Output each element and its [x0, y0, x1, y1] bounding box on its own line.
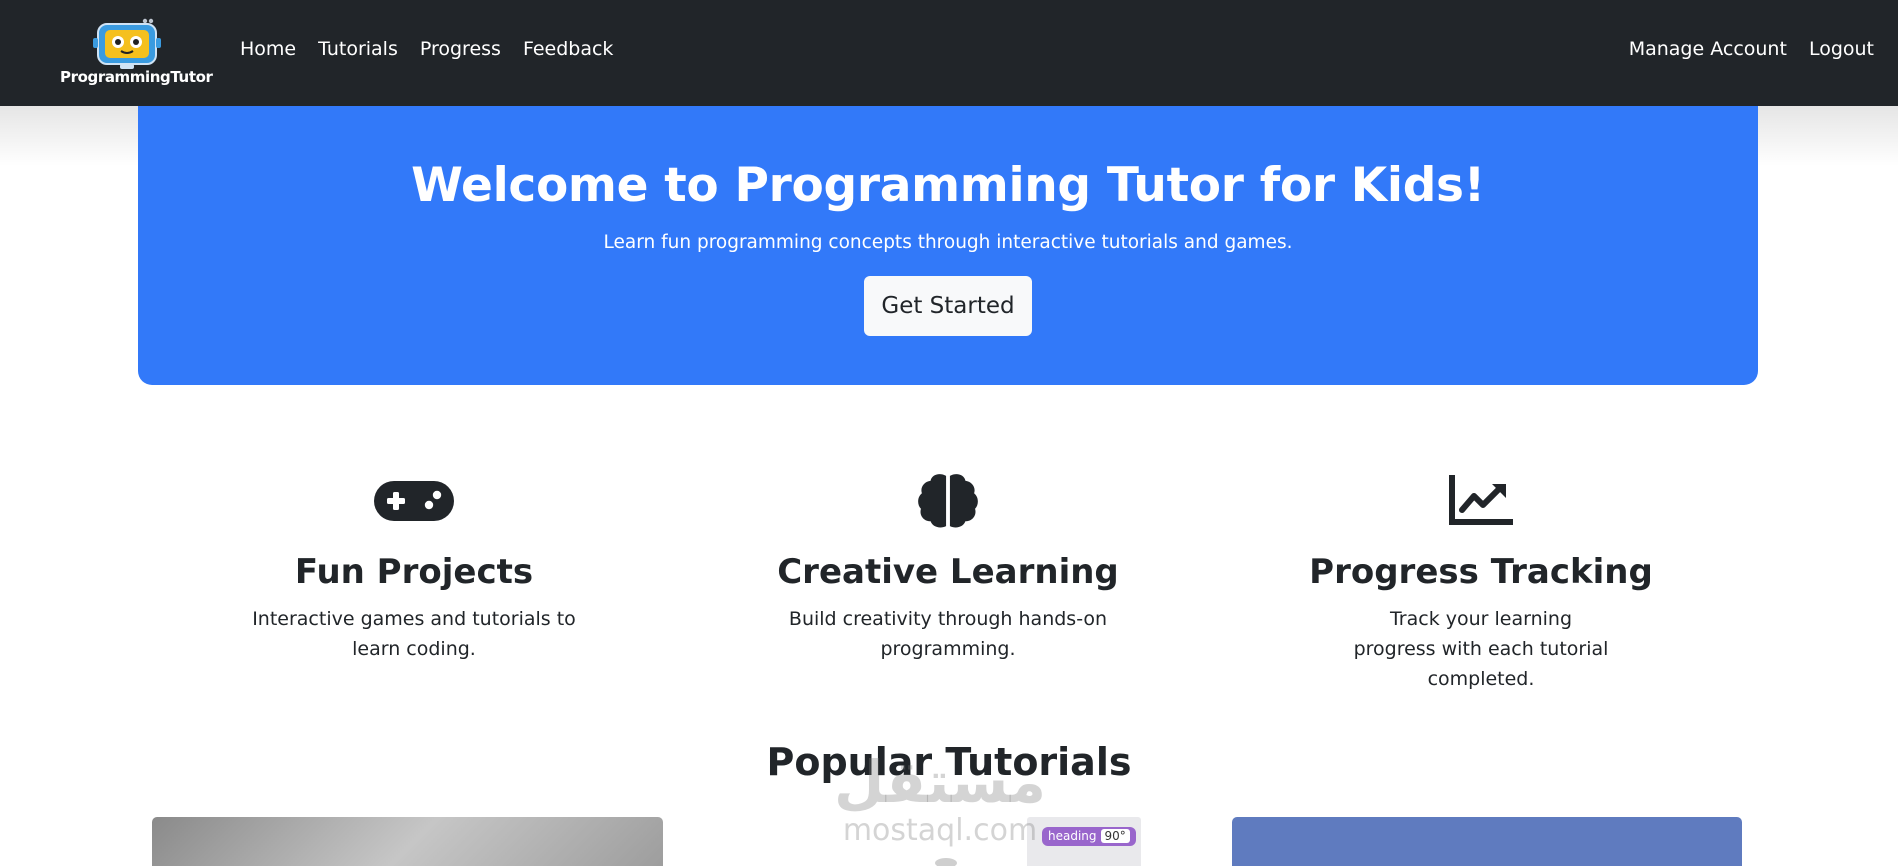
nav-link-manage-account[interactable]: Manage Account: [1629, 38, 1787, 60]
account-nav: Manage Account Logout: [1629, 38, 1874, 60]
nav-link-home[interactable]: Home: [240, 38, 296, 60]
robot-logo-icon: [93, 18, 161, 69]
feature-description: Interactive games and tutorials to learn…: [252, 608, 576, 660]
navbar: ProgrammingTutor Home Tutorials Progress…: [0, 0, 1898, 106]
main-nav: Home Tutorials Progress Feedback: [240, 38, 613, 60]
get-started-button[interactable]: Get Started: [864, 276, 1032, 336]
watermark-latin: mostaql.com: [842, 813, 1038, 848]
nav-link-progress[interactable]: Progress: [420, 38, 501, 60]
feature-creative-learning: Creative Learning Build creativity throu…: [688, 472, 1208, 664]
nav-link-tutorials[interactable]: Tutorials: [318, 38, 398, 60]
tutorial-card-image[interactable]: [1232, 817, 1742, 866]
brand-logo-link[interactable]: ProgrammingTutor: [60, 16, 213, 90]
chart-line-icon: [1449, 475, 1513, 525]
hero-banner: Welcome to Programming Tutor for Kids! L…: [138, 106, 1758, 385]
watermark-arabic: مستقل: [833, 748, 1047, 816]
nav-link-feedback[interactable]: Feedback: [523, 38, 613, 60]
gamepad-icon: [374, 481, 454, 521]
hero-title: Welcome to Programming Tutor for Kids!: [411, 158, 1485, 213]
feature-title: Progress Tracking: [1309, 552, 1653, 592]
feature-progress-tracking: Progress Tracking Track your learning pr…: [1221, 472, 1741, 694]
brand-name: ProgrammingTutor: [60, 68, 213, 86]
feature-title: Creative Learning: [777, 552, 1119, 592]
hero-subtitle: Learn fun programming concepts through i…: [603, 232, 1293, 253]
tutorial-card-image-detail: [935, 858, 957, 866]
nav-link-logout[interactable]: Logout: [1809, 38, 1874, 60]
feature-description: Track your learning progress with each t…: [1353, 608, 1609, 690]
feature-title: Fun Projects: [294, 552, 534, 592]
brain-icon: [918, 474, 978, 528]
tutorial-card-image[interactable]: [152, 817, 663, 866]
feature-fun-projects: Fun Projects Interactive games and tutor…: [154, 472, 674, 664]
watermark: مستقل mostaql.com: [820, 752, 1060, 848]
feature-description: Build creativity through hands-on progra…: [788, 608, 1108, 660]
heading-block-value: 90°: [1100, 829, 1130, 843]
